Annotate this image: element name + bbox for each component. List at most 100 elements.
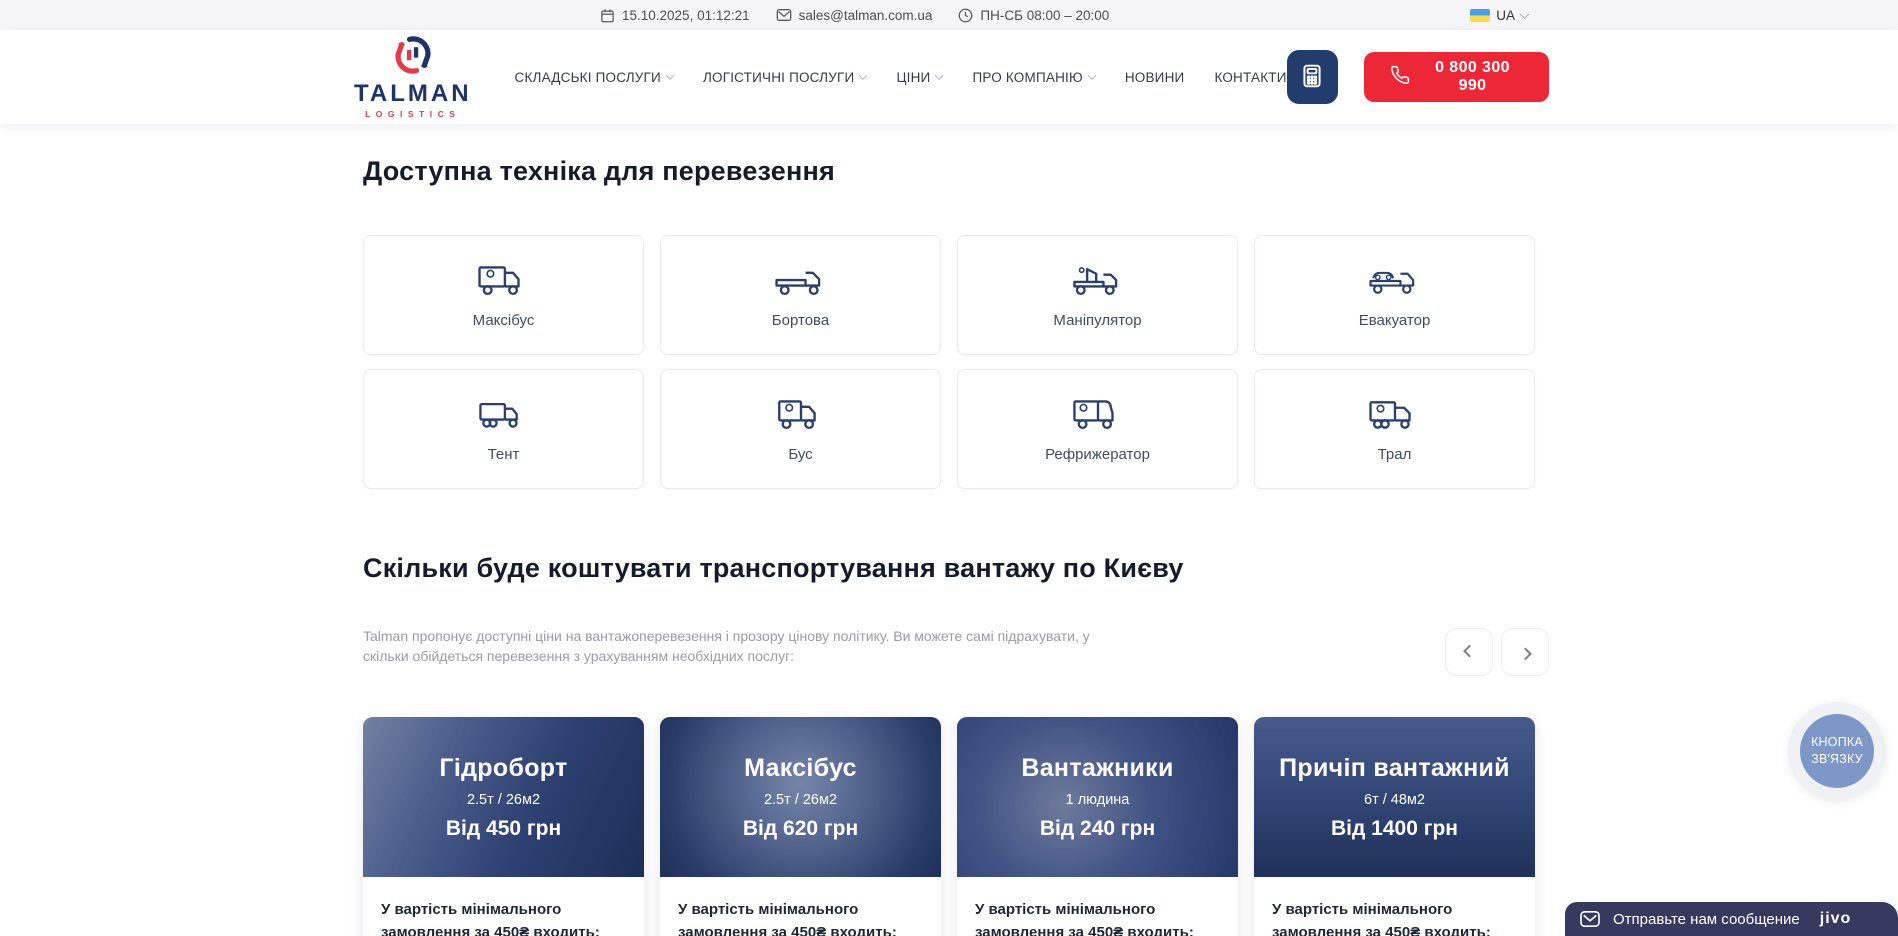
- nav-label: ЛОГІСТИЧНІ ПОСЛУГИ: [703, 70, 854, 85]
- box-truck-icon: [475, 262, 533, 300]
- page: 15.10.2025, 01:12:21 sales@talman.com.ua…: [0, 0, 1898, 936]
- topbar: 15.10.2025, 01:12:21 sales@talman.com.ua…: [0, 0, 1898, 30]
- carousel-prev-button[interactable]: [1445, 628, 1493, 676]
- jivo-logo: jivo: [1820, 910, 1852, 928]
- price-card-note: У вартість мінімального замовлення за 45…: [381, 899, 626, 936]
- price-card-hidrobort: Гідроборт 2.5т / 26м2 Від 450 грн У варт…: [363, 717, 644, 936]
- nav-label: КОНТАКТИ: [1214, 70, 1286, 85]
- crane-truck-icon: [1069, 262, 1127, 300]
- language-selector[interactable]: UA: [1470, 0, 1528, 30]
- chevron-down-icon: [859, 71, 867, 79]
- price-card-maksibus: Максібус 2.5т / 26м2 Від 620 грн У варті…: [660, 717, 941, 936]
- clock-icon: [958, 8, 973, 23]
- tow-truck-icon: [1366, 262, 1424, 300]
- price-card-price: Від 1400 грн: [1331, 817, 1458, 841]
- vehicle-label: Рефрижератор: [1045, 446, 1150, 463]
- logo[interactable]: TALMAN LOGISTICS: [349, 35, 477, 119]
- van-truck-icon: [772, 396, 830, 434]
- vehicle-grid: Максібус Бортова Маніпулятор Евакуатор: [363, 235, 1535, 489]
- nav-label: ПРО КОМПАНІЮ: [972, 70, 1082, 85]
- callback-button-label: КНОПКА ЗВ'ЯЗКУ: [1800, 714, 1874, 788]
- nav-item-about[interactable]: ПРО КОМПАНІЮ: [972, 70, 1094, 85]
- pricing-section-title: Скільки буде коштувати транспортування в…: [363, 553, 1535, 584]
- chat-envelope-icon: [1579, 910, 1601, 928]
- pricing-description: Talman пропонує доступні ціни на вантажо…: [363, 626, 1133, 667]
- datetime-text: 15.10.2025, 01:12:21: [622, 8, 750, 23]
- price-card-title: Причіп вантажний: [1279, 754, 1510, 783]
- chat-widget-bar[interactable]: Отправьте нам сообщение jivo: [1565, 902, 1898, 936]
- nav-item-contacts[interactable]: КОНТАКТИ: [1214, 70, 1286, 85]
- price-card-title: Гідроборт: [439, 754, 567, 783]
- logo-subtitle: LOGISTICS: [365, 109, 460, 119]
- pricing-cards: Гідроборт 2.5т / 26м2 Від 450 грн У варт…: [363, 717, 1535, 936]
- calculator-icon: [1299, 63, 1325, 92]
- vehicle-card-bortova[interactable]: Бортова: [660, 235, 941, 355]
- price-card-spec: 2.5т / 26м2: [467, 792, 540, 808]
- trailer-truck-icon: [1366, 396, 1424, 434]
- price-card-note: У вартість мінімального замовлення за 45…: [1272, 899, 1517, 936]
- vehicle-label: Бортова: [772, 312, 829, 329]
- nav-label: НОВИНИ: [1125, 70, 1185, 85]
- calendar-icon: [600, 8, 615, 23]
- phone-button[interactable]: 0 800 300 990: [1364, 52, 1549, 102]
- phone-icon: [1390, 65, 1410, 90]
- chat-message-label: Отправьте нам сообщение: [1613, 911, 1800, 928]
- envelope-icon: [776, 8, 792, 22]
- price-card-spec: 1 людина: [1066, 792, 1130, 808]
- vehicle-card-tent[interactable]: Тент: [363, 369, 644, 489]
- vehicle-card-refrizherator[interactable]: Рефрижератор: [957, 369, 1238, 489]
- refrigerator-truck-icon: [1069, 396, 1127, 434]
- price-card-price: Від 240 грн: [1040, 817, 1155, 841]
- nav-item-warehouse[interactable]: СКЛАДСЬКІ ПОСЛУГИ: [515, 70, 673, 85]
- vehicle-label: Трал: [1378, 446, 1412, 463]
- price-card-photo: Максібус 2.5т / 26м2 Від 620 грн: [660, 717, 941, 877]
- price-card-title: Максібус: [744, 754, 857, 783]
- datetime: 15.10.2025, 01:12:21: [600, 8, 750, 23]
- chevron-down-icon: [666, 71, 674, 79]
- nav-item-prices[interactable]: ЦІНИ: [896, 70, 942, 85]
- vehicle-label: Тент: [488, 446, 520, 463]
- price-card-photo: Вантажники 1 людина Від 240 грн: [957, 717, 1238, 877]
- header: TALMAN LOGISTICS СКЛАДСЬКІ ПОСЛУГИ ЛОГІС…: [0, 30, 1898, 124]
- price-card-spec: 6т / 48м2: [1364, 792, 1425, 808]
- vehicles-section-title: Доступна техніка для перевезення: [363, 124, 1535, 187]
- vehicle-card-maksibus[interactable]: Максібус: [363, 235, 644, 355]
- flatbed-truck-icon: [772, 262, 830, 300]
- price-card-spec: 2.5т / 26м2: [764, 792, 837, 808]
- nav-item-logistics[interactable]: ЛОГІСТИЧНІ ПОСЛУГИ: [703, 70, 866, 85]
- hours-text: ПН-СБ 08:00 – 20:00: [980, 8, 1109, 23]
- chevron-left-icon: [1463, 644, 1476, 657]
- logo-emblem-icon: [392, 35, 434, 80]
- callback-button[interactable]: КНОПКА ЗВ'ЯЗКУ: [1788, 702, 1886, 800]
- email-text: sales@talman.com.ua: [799, 8, 933, 23]
- vehicle-label: Максібус: [473, 312, 535, 329]
- price-card-photo: Гідроборт 2.5т / 26м2 Від 450 грн: [363, 717, 644, 877]
- main-nav: СКЛАДСЬКІ ПОСЛУГИ ЛОГІСТИЧНІ ПОСЛУГИ ЦІН…: [515, 70, 1287, 85]
- working-hours: ПН-СБ 08:00 – 20:00: [958, 8, 1109, 23]
- chevron-down-icon: [935, 71, 943, 79]
- vehicle-card-evakuator[interactable]: Евакуатор: [1254, 235, 1535, 355]
- nav-item-news[interactable]: НОВИНИ: [1125, 70, 1185, 85]
- calculator-button[interactable]: [1287, 50, 1338, 104]
- vehicle-card-bus[interactable]: Бус: [660, 369, 941, 489]
- price-card-price: Від 450 грн: [446, 817, 561, 841]
- chevron-right-icon: [1519, 647, 1532, 660]
- vehicle-label: Евакуатор: [1359, 312, 1431, 329]
- price-card-vantazhnyky: Вантажники 1 людина Від 240 грн У вартіс…: [957, 717, 1238, 936]
- vehicle-card-manipulator[interactable]: Маніпулятор: [957, 235, 1238, 355]
- ukraine-flag-icon: [1470, 9, 1490, 22]
- nav-label: СКЛАДСЬКІ ПОСЛУГИ: [515, 70, 661, 85]
- phone-number: 0 800 300 990: [1422, 59, 1523, 95]
- price-card-prychip: Причіп вантажний 6т / 48м2 Від 1400 грн …: [1254, 717, 1535, 936]
- carousel-next-button[interactable]: [1501, 628, 1549, 676]
- tent-truck-icon: [475, 396, 533, 434]
- email-link[interactable]: sales@talman.com.ua: [776, 8, 933, 23]
- carousel-controls: [1445, 628, 1549, 676]
- price-card-note: У вартість мінімального замовлення за 45…: [975, 899, 1220, 936]
- chevron-down-icon: [1088, 71, 1096, 79]
- price-card-title: Вантажники: [1021, 754, 1173, 783]
- nav-label: ЦІНИ: [896, 70, 930, 85]
- vehicle-card-tral[interactable]: Трал: [1254, 369, 1535, 489]
- price-card-price: Від 620 грн: [743, 817, 858, 841]
- vehicle-label: Маніпулятор: [1053, 312, 1141, 329]
